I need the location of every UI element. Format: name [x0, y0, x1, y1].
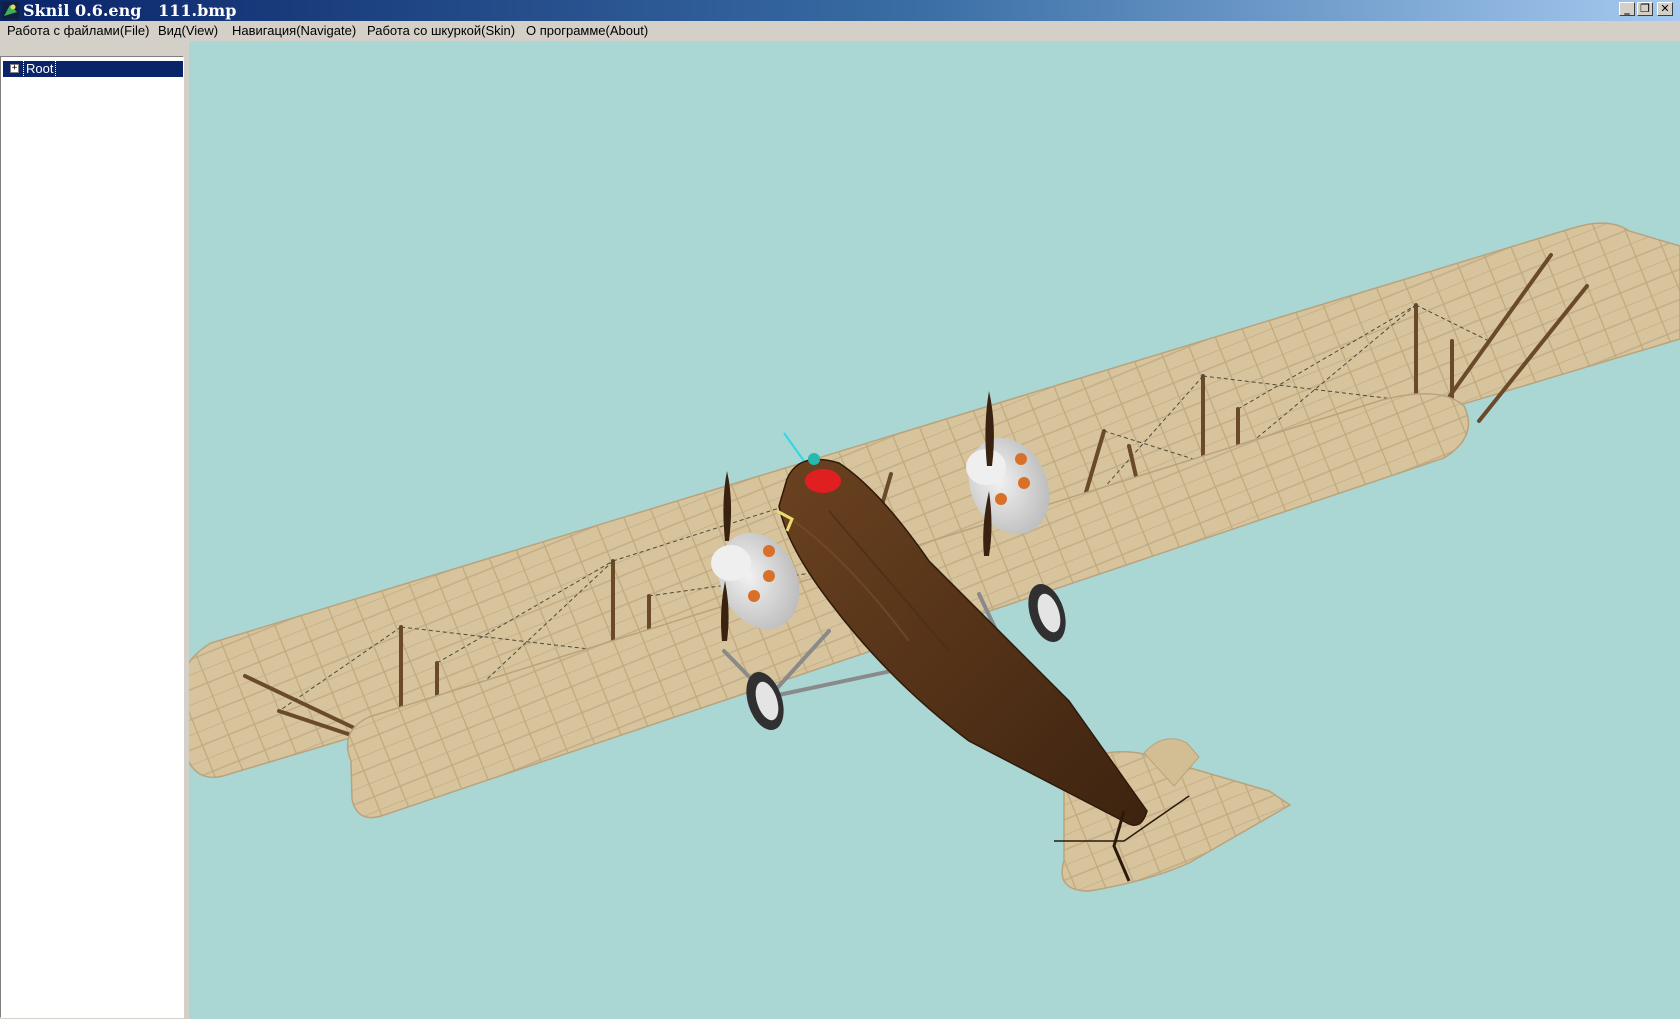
tree-item-label: Root [22, 60, 57, 78]
menu-about[interactable]: О программе(About) [526, 23, 648, 39]
biplane-model [189, 222, 1680, 892]
gunner-seat [805, 469, 841, 493]
menu-navigate[interactable]: Навигация(Navigate) [232, 23, 356, 39]
window-title: Sknil 0.6.eng 111.bmp [23, 1, 237, 20]
tree-panel[interactable]: + Root [0, 56, 184, 1018]
menu-bar: Работа с файлами(File) Вид(View) Навигац… [0, 21, 1680, 41]
restore-button[interactable]: ❐ [1637, 2, 1653, 16]
expand-icon[interactable]: + [10, 64, 19, 73]
minimize-button[interactable]: _ [1619, 2, 1635, 16]
3d-viewport[interactable] [189, 41, 1680, 1019]
title-bar: Sknil 0.6.eng 111.bmp _ ❐ ✕ [0, 0, 1680, 21]
close-button[interactable]: ✕ [1657, 2, 1673, 16]
menu-skin[interactable]: Работа со шкуркой(Skin) [367, 23, 515, 39]
menu-view[interactable]: Вид(View) [158, 23, 218, 39]
menu-file[interactable]: Работа с файлами(File) [7, 23, 149, 39]
app-icon [2, 2, 19, 19]
tree-item-root[interactable]: + Root [3, 60, 183, 78]
